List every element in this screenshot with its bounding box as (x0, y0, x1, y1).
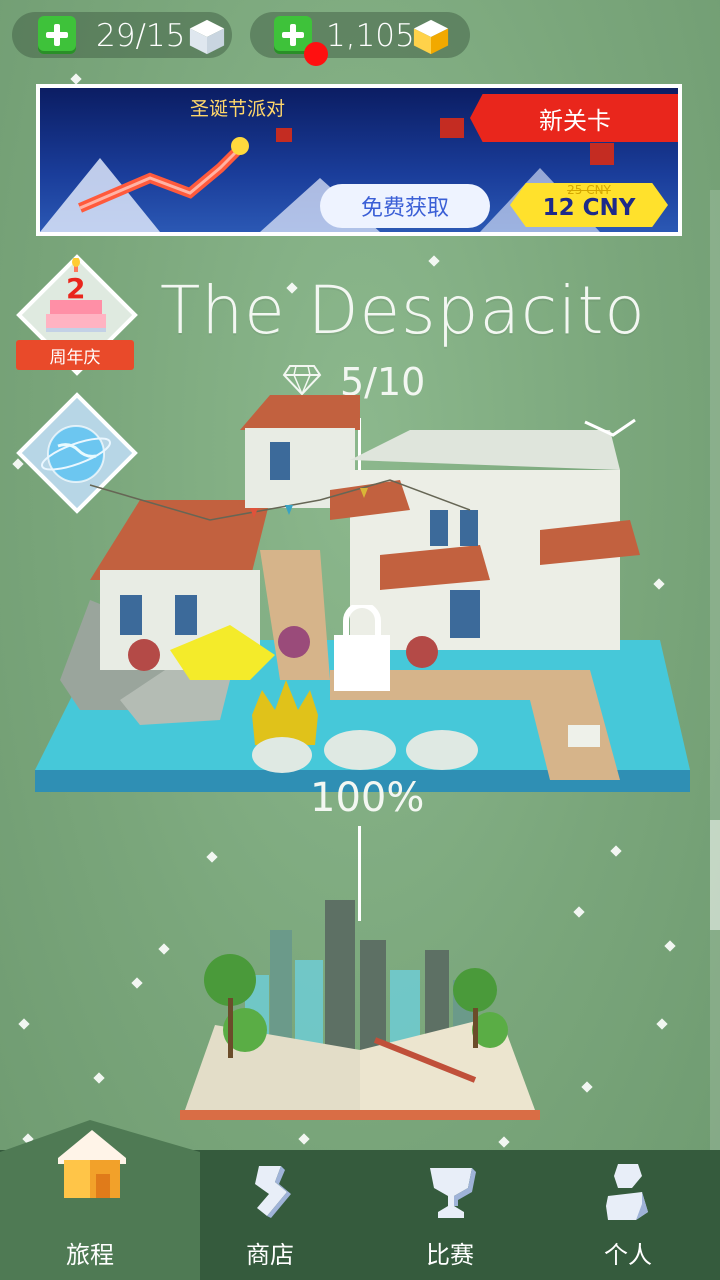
anniversary-label: 周年庆 (16, 340, 134, 370)
trophy-icon (430, 1168, 476, 1218)
cubes-count: 29/15 (96, 18, 186, 54)
level-progress: 100% (310, 775, 425, 821)
shop-icon (255, 1166, 291, 1218)
free-get-button[interactable]: 免费获取 (320, 184, 490, 228)
gems-count: 1,105 (326, 18, 415, 54)
person-icon (606, 1164, 648, 1220)
tab-profile-label: 个人 (604, 1241, 652, 1269)
cube-icon (189, 19, 225, 55)
christmas-party-banner[interactable]: 圣诞节派对 新关卡 免费获取 25 CNY 12 CNY (36, 84, 682, 236)
next-level-book-scene[interactable] (175, 880, 545, 1130)
level-title: The Despacito (160, 272, 646, 349)
tab-contest-label: 比赛 (426, 1241, 474, 1269)
banner-title: 圣诞节派对 (190, 98, 286, 120)
tab-journey-label: 旅程 (66, 1241, 114, 1269)
gems-counter[interactable]: 1,105 (250, 12, 470, 66)
banner-art: 圣诞节派对 新关卡 免费获取 25 CNY 12 CNY (40, 88, 678, 232)
new-level-ribbon: 新关卡 (470, 94, 678, 142)
house-icon (58, 1130, 126, 1198)
cake-icon: 2 (46, 258, 106, 332)
lock-icon (334, 605, 390, 691)
despacito-island-scene[interactable] (30, 380, 695, 810)
current-price: 12 CNY (542, 195, 636, 221)
cubes-counter[interactable]: 29/15 (12, 12, 232, 58)
notification-dot (304, 42, 328, 66)
buy-price-button[interactable]: 25 CNY 12 CNY (510, 183, 668, 227)
map-scrollbar[interactable] (710, 190, 720, 1150)
add-cubes-icon[interactable] (38, 16, 76, 54)
scrollbar-thumb[interactable] (710, 820, 720, 930)
tab-shop-label: 商店 (246, 1241, 294, 1269)
gem-cube-icon (413, 19, 449, 55)
